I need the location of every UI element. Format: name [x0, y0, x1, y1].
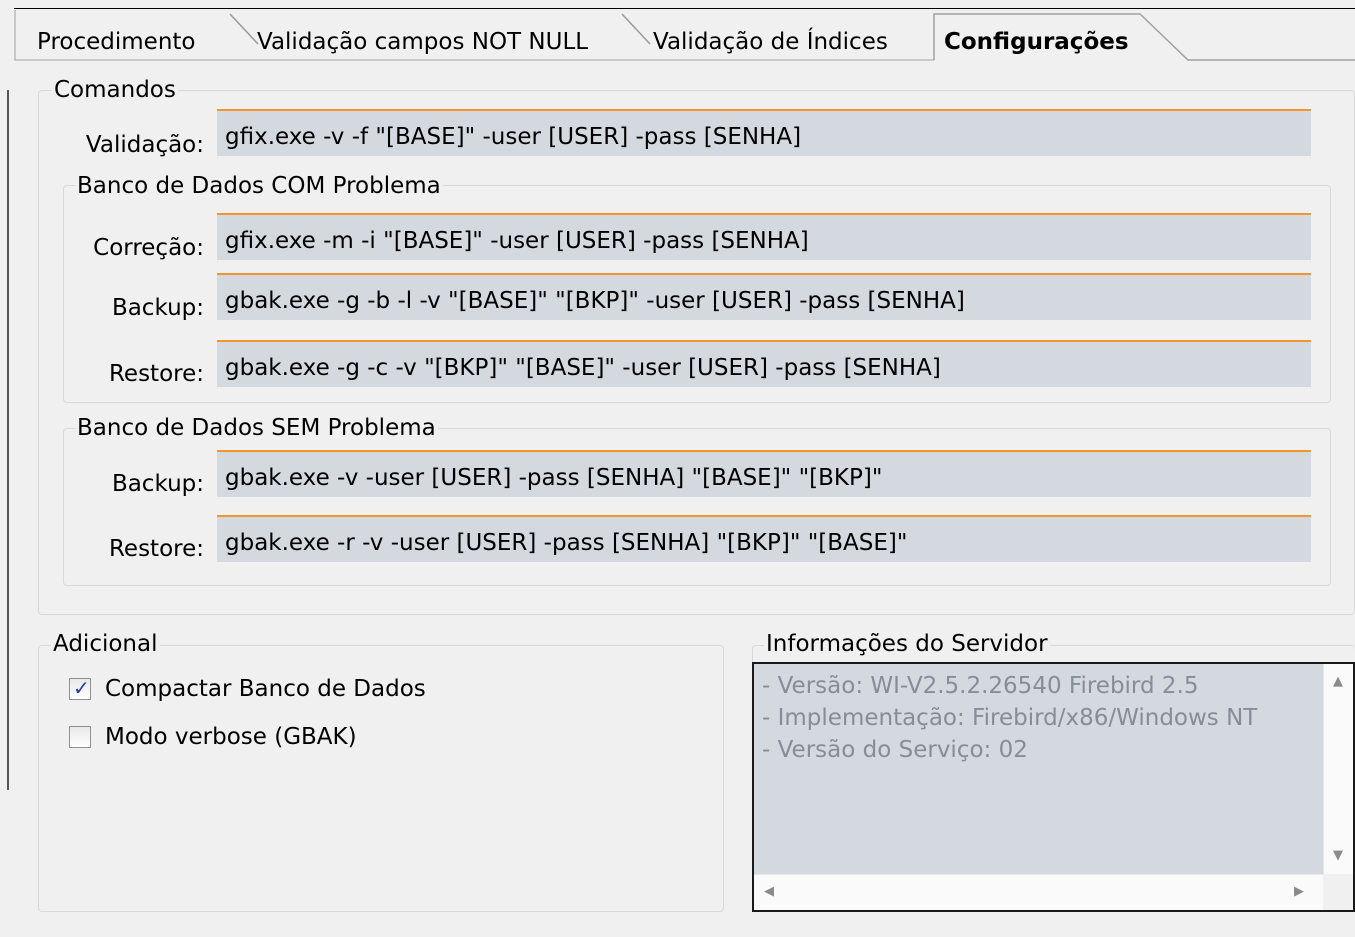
correcao-command-input[interactable] — [217, 213, 1311, 260]
com-problema-restore-label: Restore: — [108, 361, 204, 387]
tab-validacao-not-null[interactable]: Validação campos NOT NULL — [244, 16, 614, 64]
sem-problema-title: Banco de Dados SEM Problema — [75, 414, 438, 442]
comandos-title: Comandos — [52, 76, 178, 104]
scroll-up-arrow-icon[interactable]: ▲ — [1333, 674, 1343, 689]
tab-procedimento-label: Procedimento — [37, 29, 196, 55]
tab-procedimento[interactable]: Procedimento — [22, 16, 222, 64]
scroll-right-arrow-icon[interactable]: ▶ — [1294, 884, 1304, 899]
adicional-title: Adicional — [51, 630, 160, 658]
validacao-label: Validação: — [85, 132, 204, 158]
tab-validacao-indices[interactable]: Validação de Índices — [639, 16, 929, 64]
correcao-label: Correção: — [93, 235, 204, 261]
sem-problema-backup-input[interactable] — [217, 450, 1311, 497]
servidor-info-line: - Versão do Serviço: 02 — [762, 737, 1028, 763]
scroll-left-arrow-icon[interactable]: ◀ — [764, 884, 774, 899]
servidor-info-memo[interactable]: - Versão: WI-V2.5.2.26540 Firebird 2.5 -… — [752, 662, 1355, 912]
vertical-scrollbar[interactable]: ▲ ▼ — [1323, 664, 1353, 874]
compactar-checkbox[interactable]: ✓ — [69, 676, 91, 700]
com-problema-backup-label: Backup: — [111, 295, 204, 321]
validacao-command-input[interactable] — [217, 109, 1311, 156]
sem-problema-restore-label: Restore: — [108, 536, 204, 562]
compactar-checkbox-row[interactable]: ✓ Compactar Banco de Dados — [69, 676, 426, 702]
servidor-title: Informações do Servidor — [764, 630, 1050, 658]
servidor-info-text[interactable]: - Versão: WI-V2.5.2.26540 Firebird 2.5 -… — [754, 664, 1323, 874]
tab-validacao-indices-label: Validação de Índices — [653, 29, 888, 55]
tab-configuracoes[interactable]: Configurações — [934, 16, 1184, 64]
com-problema-restore-input[interactable] — [217, 340, 1311, 387]
verbose-checkbox[interactable] — [69, 726, 91, 748]
configuration-window: Procedimento Validação campos NOT NULL V… — [0, 0, 1355, 937]
com-problema-backup-input[interactable] — [217, 273, 1311, 320]
com-problema-title: Banco de Dados COM Problema — [75, 172, 443, 200]
sem-problema-backup-label: Backup: — [111, 471, 204, 497]
verbose-checkbox-row[interactable]: Modo verbose (GBAK) — [69, 724, 357, 750]
tab-bar: Procedimento Validação campos NOT NULL V… — [14, 8, 1355, 62]
window-edge — [7, 90, 9, 790]
tab-configuracoes-label: Configurações — [944, 29, 1129, 55]
scroll-down-arrow-icon[interactable]: ▼ — [1333, 848, 1343, 863]
checkmark-icon: ✓ — [73, 676, 90, 700]
verbose-label: Modo verbose (GBAK) — [105, 724, 357, 750]
scrollbar-corner — [1323, 874, 1353, 910]
servidor-info-line: - Versão: WI-V2.5.2.26540 Firebird 2.5 — [762, 673, 1199, 699]
servidor-info-line: - Implementação: Firebird/x86/Windows NT — [762, 705, 1258, 731]
sem-problema-restore-input[interactable] — [217, 515, 1311, 562]
horizontal-scrollbar[interactable]: ◀ ▶ — [754, 874, 1323, 910]
tab-validacao-not-null-label: Validação campos NOT NULL — [257, 29, 589, 55]
compactar-label: Compactar Banco de Dados — [105, 676, 426, 702]
